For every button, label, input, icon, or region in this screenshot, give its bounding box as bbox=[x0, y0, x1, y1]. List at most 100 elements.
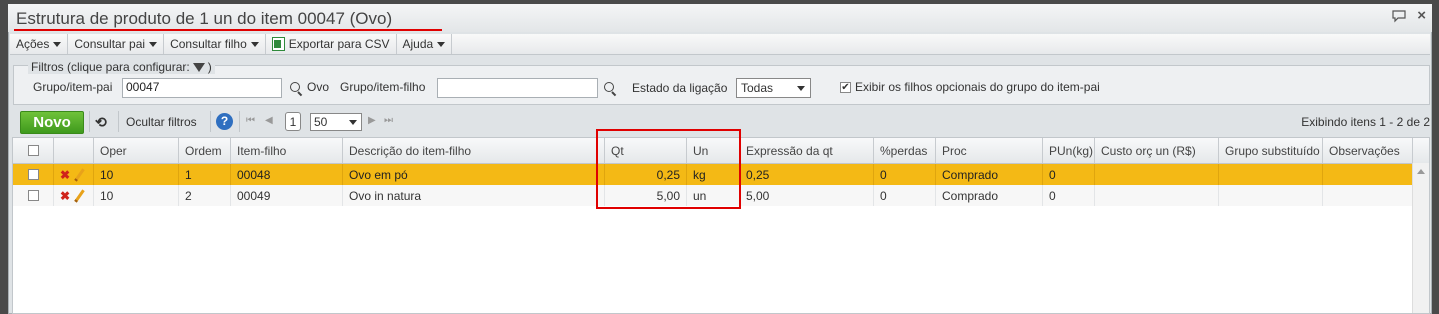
cell-ordem: 1 bbox=[179, 164, 231, 185]
menu-ajuda[interactable]: Ajuda bbox=[397, 34, 453, 54]
menu-consultar-filho-label: Consultar filho bbox=[170, 37, 247, 51]
cell-un: kg bbox=[687, 164, 740, 185]
cell-observacoes bbox=[1323, 185, 1413, 206]
page-number-input[interactable]: 1 bbox=[285, 112, 301, 131]
chevron-down-icon bbox=[349, 120, 357, 125]
exibir-filhos-checkbox[interactable]: ✔ bbox=[840, 82, 851, 93]
filters-legend[interactable]: Filtros (clique para configurar: ) bbox=[28, 60, 215, 74]
col-header[interactable]: Proc bbox=[936, 138, 1043, 163]
edit-pencil-icon[interactable] bbox=[74, 167, 85, 182]
actions-header bbox=[54, 138, 94, 163]
close-icon[interactable]: × bbox=[1417, 8, 1426, 26]
cell-qt: 5,00 bbox=[605, 185, 687, 206]
data-grid: Oper Ordem Item-filho Descrição do item-… bbox=[12, 137, 1430, 314]
menu-consultar-filho[interactable]: Consultar filho bbox=[164, 34, 266, 54]
menu-consultar-pai[interactable]: Consultar pai bbox=[68, 34, 165, 54]
filters-legend-label: Filtros (clique para configurar: bbox=[31, 60, 190, 74]
cell-observacoes bbox=[1323, 164, 1413, 185]
title-underline bbox=[14, 29, 442, 31]
cell-custo bbox=[1095, 164, 1219, 185]
cell-proc: Comprado bbox=[936, 185, 1043, 206]
cell-pun: 0 bbox=[1043, 164, 1095, 185]
toolbar-separator bbox=[239, 111, 240, 132]
search-icon[interactable] bbox=[290, 82, 300, 92]
toolbar-separator bbox=[118, 111, 119, 132]
estado-ligacao-label: Estado da ligação bbox=[632, 81, 728, 95]
last-page-icon[interactable]: ⏭ bbox=[384, 115, 393, 126]
menu-consultar-pai-label: Consultar pai bbox=[74, 37, 146, 51]
cell-un: un bbox=[687, 185, 740, 206]
scroll-up-icon[interactable] bbox=[1417, 169, 1425, 174]
menu-acoes-label: Ações bbox=[16, 37, 50, 51]
cell-ordem: 2 bbox=[179, 185, 231, 206]
menu-acoes[interactable]: Ações bbox=[10, 34, 69, 54]
refresh-icon[interactable]: ⟲ bbox=[95, 114, 107, 131]
chevron-down-icon bbox=[797, 86, 805, 91]
toolbar-separator bbox=[89, 111, 90, 132]
col-header[interactable]: Grupo substituído bbox=[1219, 138, 1323, 163]
col-header[interactable]: Custo orç un (R$) bbox=[1095, 138, 1219, 163]
help-icon[interactable]: ? bbox=[216, 113, 233, 130]
window-controls: × bbox=[1391, 8, 1426, 26]
search-icon[interactable] bbox=[604, 82, 614, 92]
cell-custo bbox=[1095, 185, 1219, 206]
chat-bubble-icon[interactable] bbox=[1391, 9, 1407, 26]
chevron-down-icon bbox=[53, 41, 62, 47]
chevron-down-icon bbox=[437, 41, 446, 47]
excel-icon bbox=[271, 37, 285, 51]
cell-item-filho: 00048 bbox=[231, 164, 343, 185]
grupo-pai-input[interactable]: 00047 bbox=[122, 78, 282, 98]
edit-pencil-icon[interactable] bbox=[74, 188, 85, 203]
col-header[interactable]: Observações bbox=[1323, 138, 1413, 163]
cell-descricao: Ovo in natura bbox=[343, 185, 605, 206]
cell-oper: 10 bbox=[94, 164, 179, 185]
col-header[interactable]: %perdas bbox=[874, 138, 936, 163]
col-header[interactable]: Expressão da qt bbox=[740, 138, 874, 163]
estado-ligacao-select[interactable]: Todas bbox=[736, 78, 811, 98]
exibir-filhos-label: Exibir os filhos opcionais do grupo do i… bbox=[855, 80, 1100, 94]
cell-descricao: Ovo em pó bbox=[343, 164, 605, 185]
cell-qt: 0,25 bbox=[605, 164, 687, 185]
grupo-pai-description: Ovo bbox=[307, 80, 330, 94]
col-header[interactable]: Descrição do item-filho bbox=[343, 138, 605, 163]
table-row[interactable]: ✖ 10 1 00048 Ovo em pó 0,25 kg 0,25 0 Co… bbox=[13, 164, 1413, 185]
delete-icon[interactable]: ✖ bbox=[60, 189, 70, 203]
row-actions: ✖ bbox=[54, 185, 94, 206]
col-header[interactable]: Oper bbox=[94, 138, 179, 163]
cell-perdas: 0 bbox=[874, 185, 936, 206]
chevron-down-icon bbox=[149, 41, 158, 47]
cell-oper: 10 bbox=[94, 185, 179, 206]
cell-item-filho: 00049 bbox=[231, 185, 343, 206]
per-page-select[interactable]: 50 bbox=[310, 113, 362, 131]
row-checkbox[interactable] bbox=[27, 169, 39, 180]
first-page-icon[interactable]: ⏮ bbox=[246, 115, 255, 126]
col-header[interactable]: PUn(kg) bbox=[1043, 138, 1095, 163]
per-page-value: 50 bbox=[314, 115, 328, 129]
ocultar-filtros-button[interactable]: Ocultar filtros bbox=[126, 115, 197, 129]
menu-exportar-csv[interactable]: Exportar para CSV bbox=[266, 34, 397, 54]
row-checkbox[interactable] bbox=[27, 190, 39, 201]
cell-perdas: 0 bbox=[874, 164, 936, 185]
col-header[interactable]: Ordem bbox=[179, 138, 231, 163]
vertical-scrollbar[interactable] bbox=[1412, 163, 1429, 313]
col-header[interactable]: Item-filho bbox=[231, 138, 343, 163]
col-header[interactable]: Un bbox=[687, 138, 740, 163]
cell-expressao: 0,25 bbox=[740, 164, 874, 185]
select-all-cell bbox=[13, 138, 54, 163]
novo-button[interactable]: Novo bbox=[20, 111, 84, 134]
cell-proc: Comprado bbox=[936, 164, 1043, 185]
table-row[interactable]: ✖ 10 2 00049 Ovo in natura 5,00 un 5,00 … bbox=[13, 185, 1413, 206]
title-bar: Estrutura de produto de 1 un do item 000… bbox=[8, 4, 1432, 32]
toolbar-separator bbox=[210, 111, 211, 132]
col-header[interactable]: Qt bbox=[605, 138, 687, 163]
cell-expressao: 5,00 bbox=[740, 185, 874, 206]
menu-ajuda-label: Ajuda bbox=[402, 37, 434, 51]
delete-icon[interactable]: ✖ bbox=[60, 168, 70, 182]
grupo-filho-input[interactable] bbox=[437, 78, 598, 98]
select-all-checkbox[interactable] bbox=[27, 145, 39, 156]
next-page-icon[interactable]: ▶ bbox=[368, 115, 376, 126]
row-select-cell bbox=[13, 185, 54, 206]
grupo-filho-label: Grupo/item-filho bbox=[340, 80, 426, 94]
previous-page-icon[interactable]: ◀ bbox=[265, 115, 273, 126]
filter-icon[interactable] bbox=[192, 62, 205, 72]
